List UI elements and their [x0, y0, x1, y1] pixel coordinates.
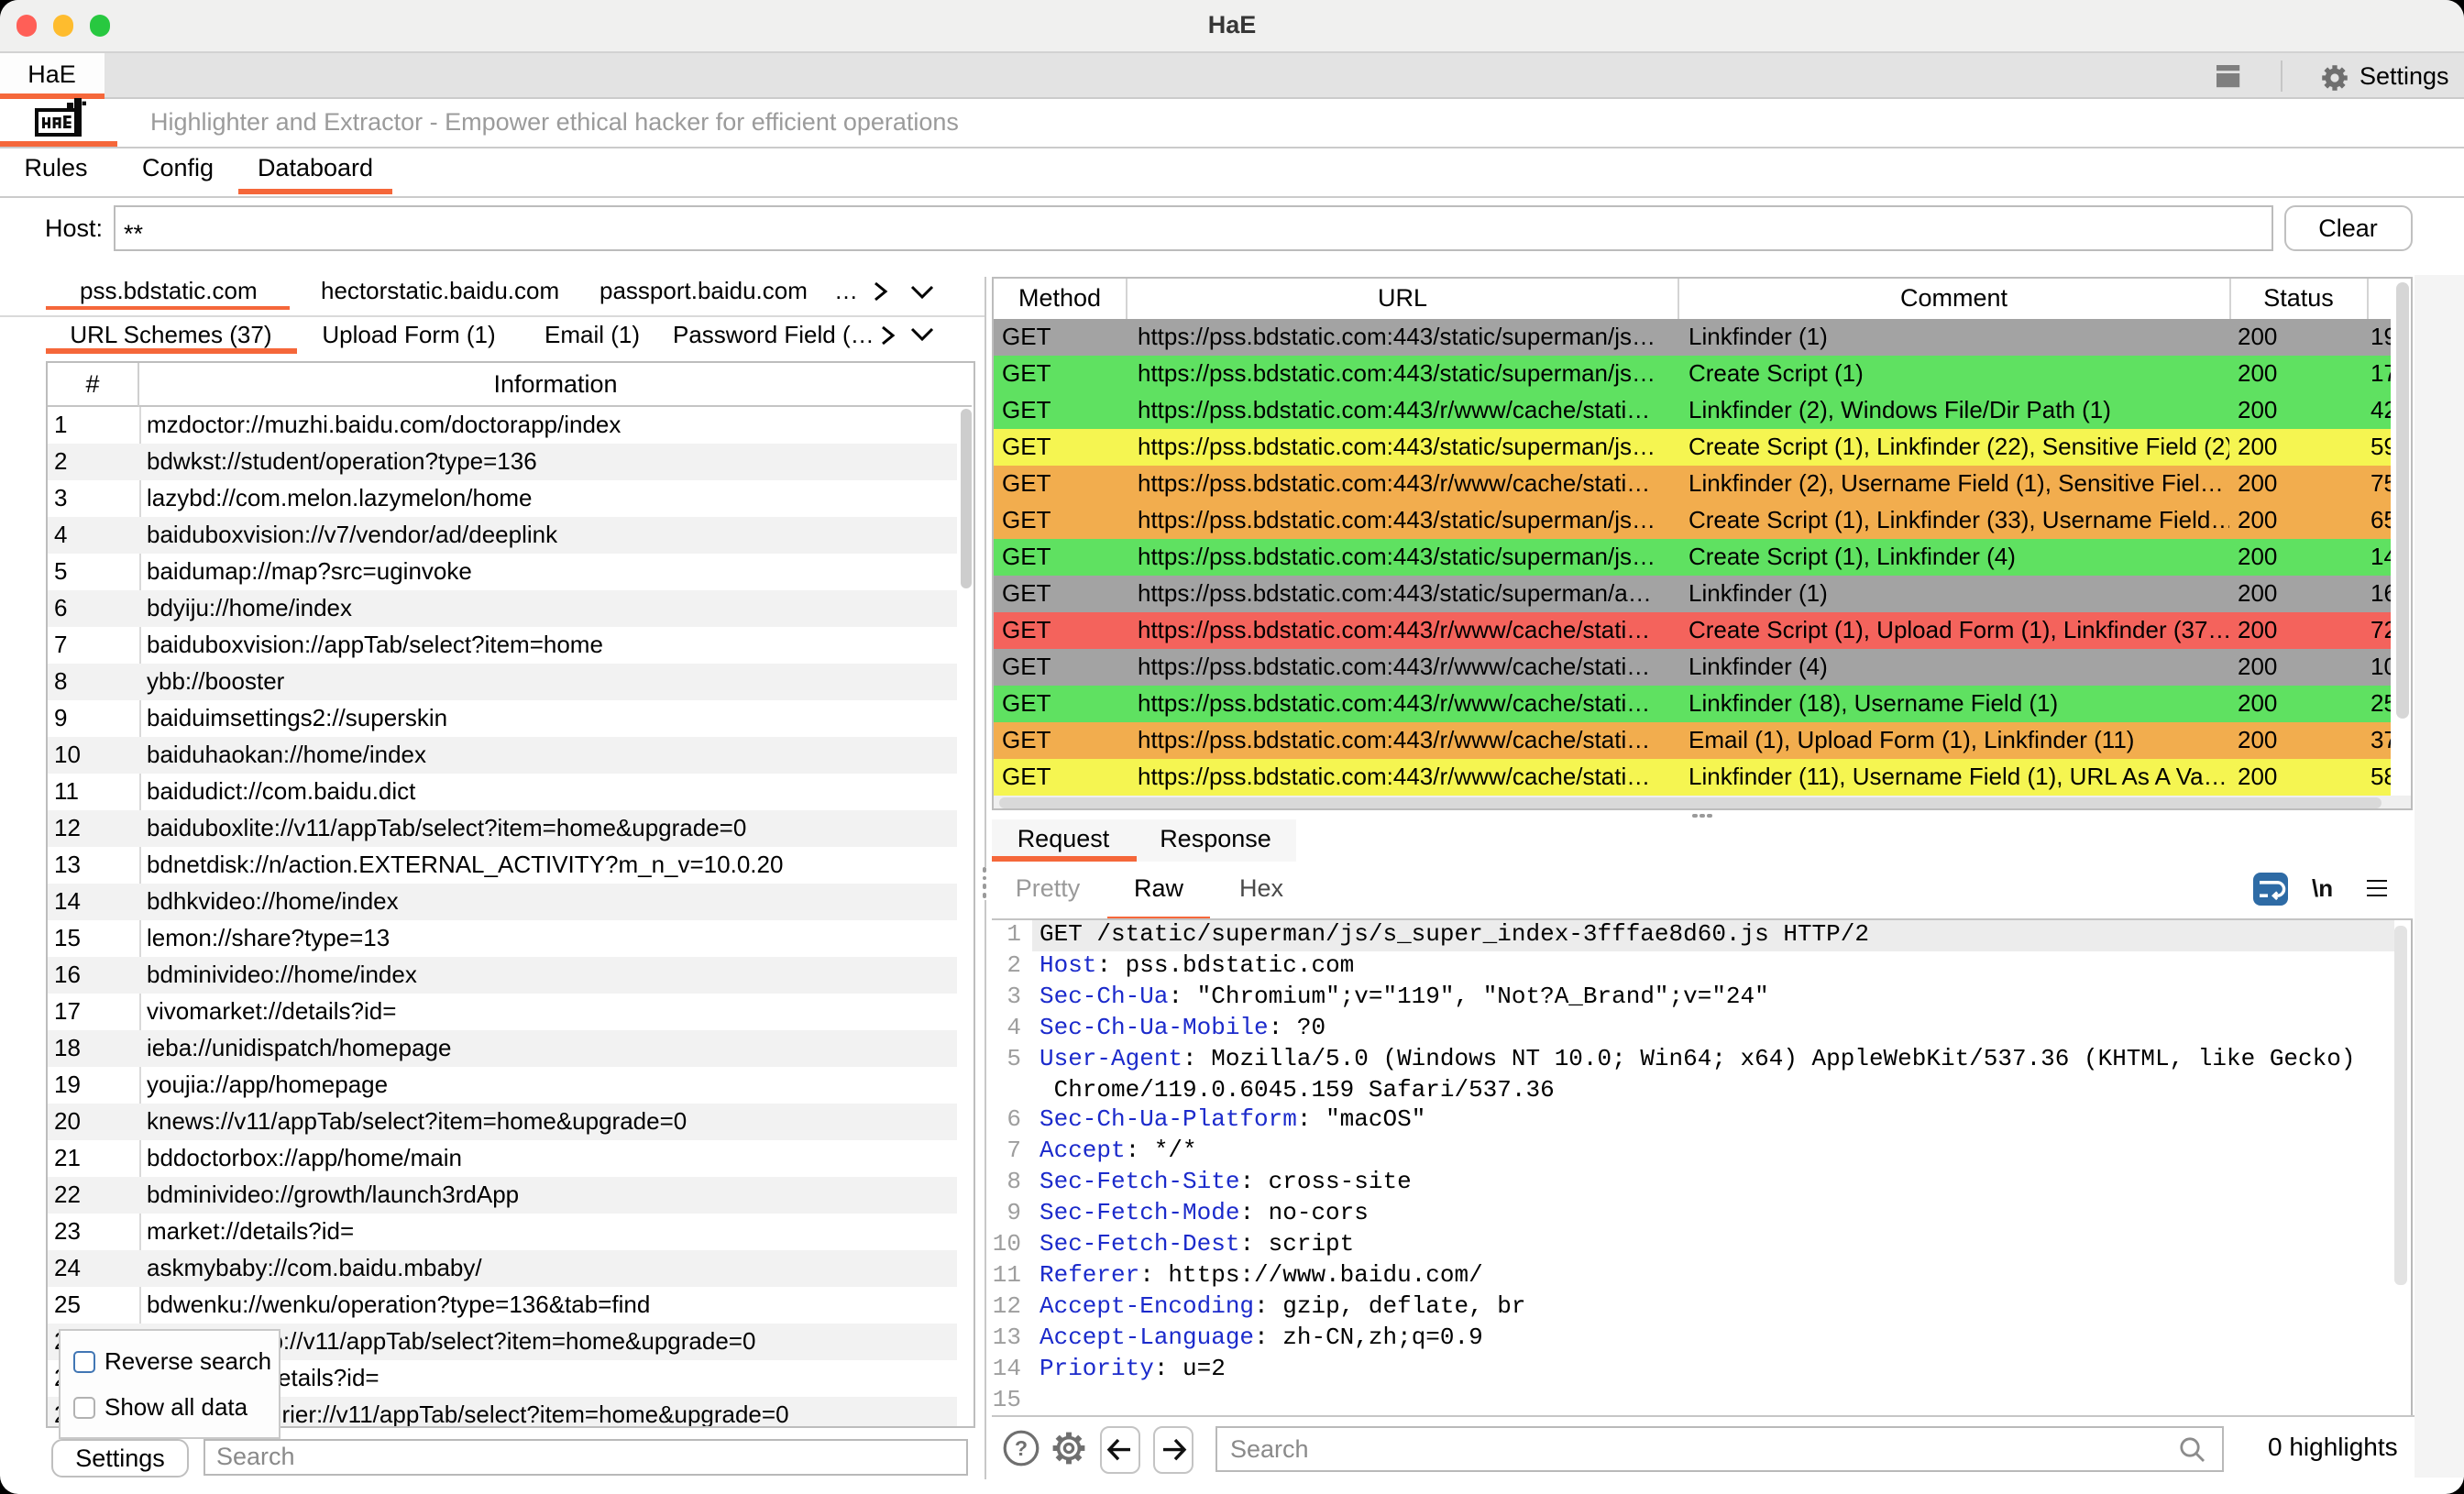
svg-text:?: ?: [1015, 1436, 1028, 1460]
